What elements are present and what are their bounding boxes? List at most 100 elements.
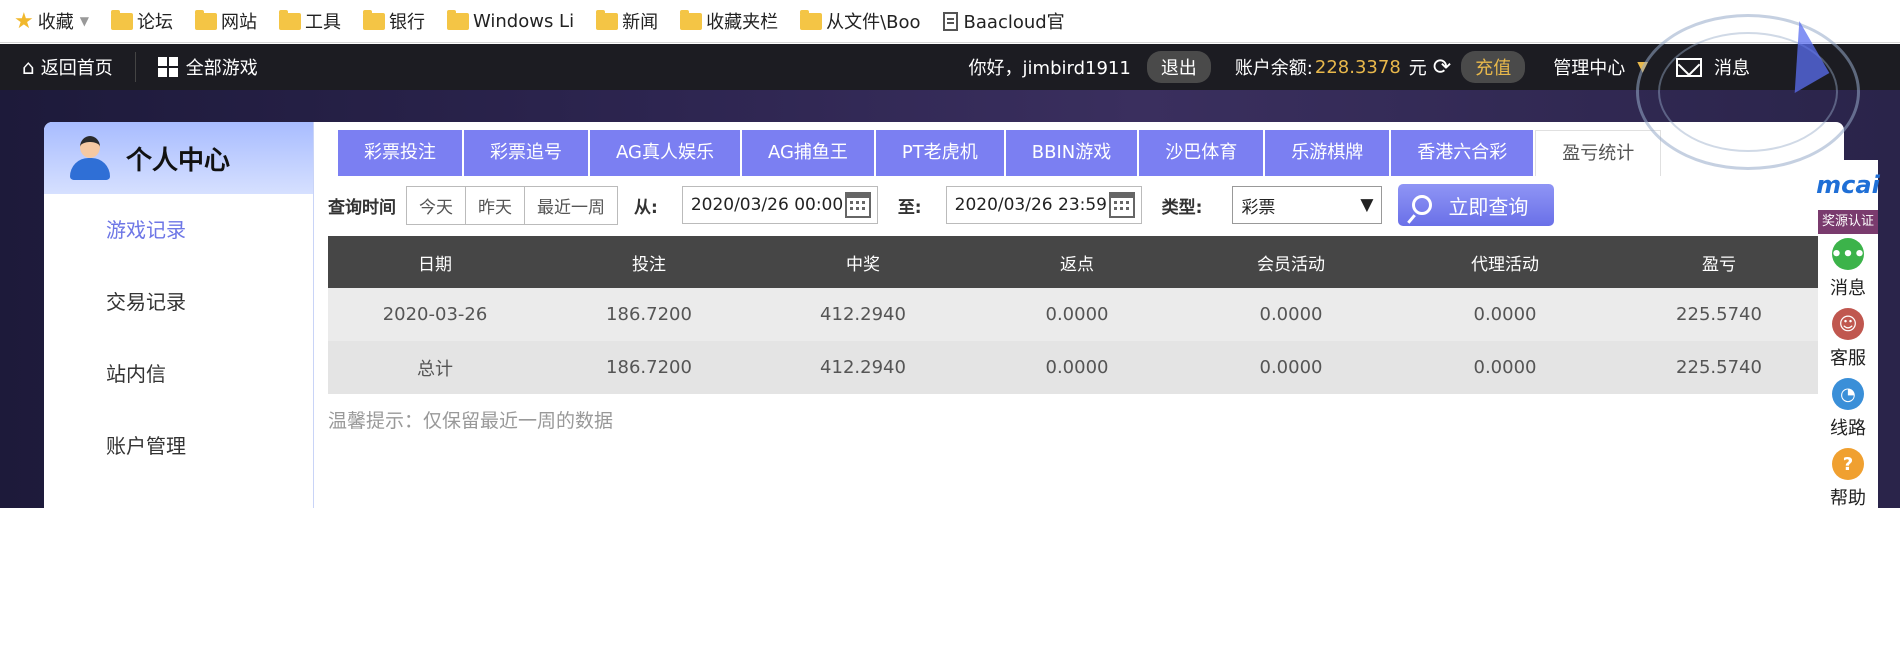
data-retention-tip: 温馨提示：仅保留最近一周的数据	[328, 410, 614, 432]
bookmark-folder[interactable]: 银行	[362, 8, 425, 34]
table-cell: 186.7200	[606, 304, 692, 325]
right-float-bar: mcai 奖源认证 ••• 消息 ☺ 客服 ◔ 线路 ? 帮助	[1816, 160, 1880, 509]
range-yesterday-button[interactable]: 昨天	[466, 186, 525, 224]
chat-icon: •••	[1831, 238, 1865, 270]
table-cell: 412.2940	[820, 304, 906, 325]
query-bar: 查询时间 今天 昨天 最近一周 从: 2020/03/26 00:00 至: 2…	[328, 182, 1555, 228]
table-cell: 225.5740	[1676, 304, 1762, 325]
chevron-down-icon: ▼	[79, 14, 89, 28]
mcai-logo[interactable]: mcai	[1816, 160, 1880, 210]
user-avatar-icon	[70, 136, 110, 180]
tab-lottery-chase[interactable]: 彩票追号	[464, 130, 588, 176]
folder-icon	[194, 9, 217, 30]
bookmark-page[interactable]: Baacloud官	[942, 8, 1065, 34]
sidebar-title: 个人中心	[126, 145, 231, 176]
help-icon: ?	[1832, 448, 1864, 480]
table-cell: 225.5740	[1676, 357, 1762, 378]
column-header: 返点	[1060, 254, 1094, 275]
sidebar: 个人中心 游戏记录 交易记录 站内信 账户管理	[44, 122, 314, 508]
table-cell: 0.0000	[1259, 357, 1323, 378]
top-nav: ⌂ 返回首页 全部游戏 你好，jimbird1911 退出 账户余额: 228.…	[0, 44, 1900, 90]
search-icon	[1412, 195, 1433, 215]
to-date-input[interactable]: 2020/03/26 23:59	[945, 186, 1142, 224]
source-cert-badge[interactable]: 奖源认证	[1818, 210, 1878, 234]
table-header: 日期 投注 中奖 返点 会员活动 代理活动 盈亏	[328, 236, 1826, 288]
column-header: 日期	[418, 254, 452, 275]
table-cell: 0.0000	[1045, 357, 1109, 378]
folder-icon	[110, 9, 133, 30]
sidebar-item-inbox[interactable]: 站内信	[44, 338, 313, 410]
quick-range-group: 今天 昨天 最近一周	[406, 185, 618, 225]
bookmark-folder[interactable]: 从文件\Boo	[800, 8, 921, 34]
calendar-icon[interactable]	[1108, 192, 1135, 218]
tab-hk-mark-six[interactable]: 香港六合彩	[1391, 130, 1534, 176]
balance-unit: 元	[1408, 58, 1427, 79]
tab-saba-sports[interactable]: 沙巴体育	[1139, 130, 1264, 176]
type-label: 类型:	[1161, 197, 1203, 218]
table-cell: 0.0000	[1045, 304, 1109, 325]
column-header: 投注	[632, 254, 666, 275]
tab-ag-fishing[interactable]: AG捕鱼王	[741, 130, 874, 176]
range-today-button[interactable]: 今天	[407, 186, 466, 224]
tab-pt-slots[interactable]: PT老虎机	[875, 130, 1004, 176]
profit-loss-table: 日期 投注 中奖 返点 会员活动 代理活动 盈亏 2020-03-26 186.…	[328, 236, 1826, 394]
grid-icon	[157, 57, 178, 77]
bookmarks-bar: ★ 收藏 ▼ 论坛 网站 工具 银行 Windows Li 新闻 收藏夹栏 从文…	[0, 0, 1900, 43]
table-cell: 412.2940	[820, 357, 906, 378]
float-support-button[interactable]: ☺ 客服	[1818, 304, 1878, 374]
column-header: 盈亏	[1702, 254, 1736, 275]
calendar-icon[interactable]	[844, 192, 871, 218]
folder-icon	[800, 9, 823, 30]
balance-value: 228.3378	[1314, 56, 1401, 78]
folder-icon	[446, 9, 469, 30]
sidebar-item-account[interactable]: 账户管理	[44, 410, 313, 482]
speed-icon: ◔	[1832, 378, 1864, 410]
home-button[interactable]: ⌂ 返回首页	[0, 44, 135, 90]
sidebar-header: 个人中心	[44, 122, 313, 194]
search-button[interactable]: 立即查询	[1398, 184, 1555, 226]
dropdown-arrow-icon: ▼	[1360, 195, 1374, 215]
table-row-total: 总计 186.7200 412.2940 0.0000 0.0000 0.000…	[328, 341, 1826, 394]
bookmark-folder[interactable]: 收藏夹栏	[680, 8, 778, 34]
float-routes-button[interactable]: ◔ 线路	[1818, 374, 1878, 444]
range-week-button[interactable]: 最近一周	[525, 186, 617, 224]
folder-icon	[680, 9, 703, 30]
tab-lottery-bets[interactable]: 彩票投注	[338, 130, 462, 176]
table-cell: 0.0000	[1473, 357, 1537, 378]
all-games-button[interactable]: 全部游戏	[136, 44, 280, 90]
float-help-button[interactable]: ? 帮助	[1818, 444, 1878, 514]
table-cell: 总计	[417, 358, 453, 380]
to-label: 至:	[897, 197, 922, 218]
folder-icon	[596, 9, 619, 30]
agent-icon: ☺	[1832, 308, 1864, 340]
tab-bbin[interactable]: BBIN游戏	[1005, 130, 1138, 176]
sidebar-item-game-records[interactable]: 游戏记录	[44, 194, 313, 266]
from-label: 从:	[634, 197, 658, 218]
bookmark-folder[interactable]: 网站	[194, 8, 257, 34]
bookmark-folder[interactable]: 新闻	[596, 8, 658, 34]
from-date-input[interactable]: 2020/03/26 00:00	[681, 186, 878, 224]
table-cell: 2020-03-26	[382, 304, 488, 325]
main-panel: 彩票投注 彩票追号 AG真人娱乐 AG捕鱼王 PT老虎机 BBIN游戏 沙巴体育…	[314, 122, 1844, 508]
document-icon	[942, 11, 958, 31]
game-tabs: 彩票投注 彩票追号 AG真人娱乐 AG捕鱼王 PT老虎机 BBIN游戏 沙巴体育…	[338, 130, 1663, 176]
table-cell: 186.7200	[606, 357, 692, 378]
float-messages-button[interactable]: ••• 消息	[1818, 234, 1878, 304]
bookmark-folder[interactable]: 工具	[278, 8, 341, 34]
logout-button[interactable]: 退出	[1146, 51, 1211, 83]
type-select[interactable]: 彩票 ▼	[1232, 186, 1383, 224]
query-time-label: 查询时间	[328, 197, 396, 218]
tab-profit-loss[interactable]: 盈亏统计	[1535, 130, 1662, 176]
bookmark-folder[interactable]: Windows Li	[446, 9, 574, 32]
recharge-button[interactable]: 充值	[1461, 51, 1526, 83]
manage-center-button[interactable]: 管理中心	[1553, 54, 1625, 80]
column-header: 代理活动	[1471, 254, 1539, 275]
table-cell: 0.0000	[1259, 304, 1323, 325]
tab-leyou-chess[interactable]: 乐游棋牌	[1265, 130, 1390, 176]
tab-ag-live[interactable]: AG真人娱乐	[590, 130, 740, 176]
bookmark-favorites[interactable]: ★ 收藏 ▼	[14, 8, 89, 34]
refresh-icon[interactable]: ⟳	[1433, 55, 1451, 80]
bookmark-folder[interactable]: 论坛	[110, 8, 173, 34]
sidebar-item-transactions[interactable]: 交易记录	[44, 266, 313, 338]
user-area: 你好，jimbird1911 退出 账户余额: 228.3378 元 ⟳ 充值 …	[969, 44, 1750, 90]
